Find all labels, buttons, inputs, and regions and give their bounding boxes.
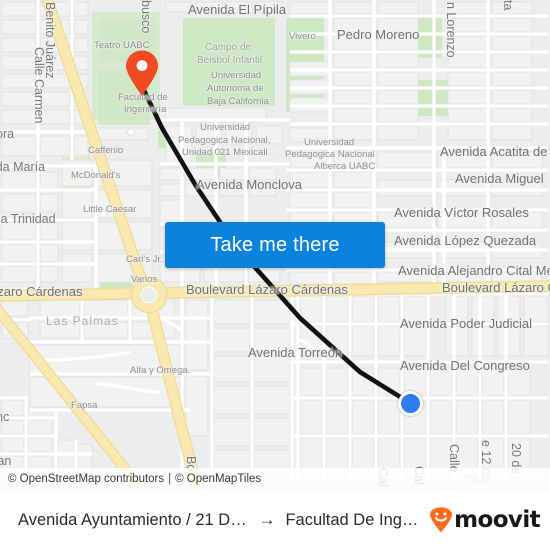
route-destination-label: Facultad De Inge… (285, 510, 424, 529)
map-attribution: © OpenStreetMap contributors | © OpenMap… (0, 468, 550, 490)
arrow-right-icon: → (258, 510, 276, 529)
moovit-trip-map-screen: .blk { fill:#f2f2f2; stroke:#e2e3e3; str… (0, 0, 550, 550)
destination-dot-marker[interactable] (398, 391, 423, 416)
attribution-separator: | (168, 473, 172, 485)
take-me-there-button[interactable]: Take me there (165, 222, 385, 268)
origin-pin-marker[interactable] (125, 50, 159, 96)
route-summary[interactable]: Avenida Ayuntamiento / 21 De… → Facultad… (18, 510, 423, 530)
moovit-pin-icon (430, 507, 453, 533)
openmaptiles-attribution-link[interactable]: © OpenMapTiles (175, 473, 261, 485)
trip-footer-bar: Avenida Ayuntamiento / 21 De… → Facultad… (0, 490, 550, 550)
moovit-logo[interactable]: moovit (429, 507, 541, 533)
moovit-wordmark: moovit (454, 507, 540, 533)
route-origin-label: Avenida Ayuntamiento / 21 De… (18, 510, 249, 529)
map-canvas[interactable]: .blk { fill:#f2f2f2; stroke:#e2e3e3; str… (0, 0, 550, 490)
map-pin-icon (126, 50, 158, 96)
osm-attribution-link[interactable]: © OpenStreetMap contributors (8, 473, 164, 485)
